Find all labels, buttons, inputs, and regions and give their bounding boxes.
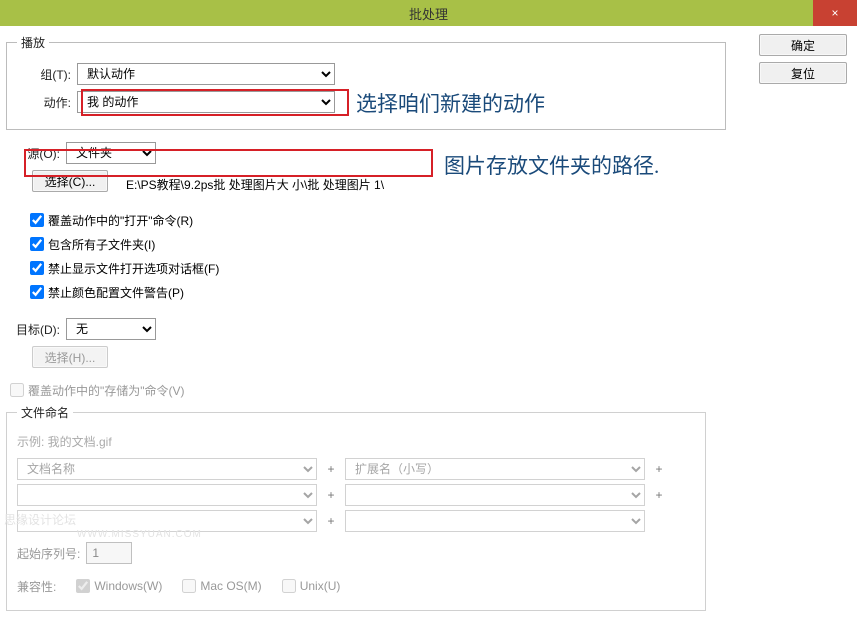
set-label: 组(T): [17,66,77,83]
window-title: 批处理 [409,4,448,23]
choose-dest-button[interactable]: 选择(H)... [32,346,108,368]
close-button[interactable]: × [813,0,857,26]
filename-example: 示例: 我的文档.gif [17,433,695,450]
compat-label: 兼容性: [17,578,56,595]
fn-field-5 [17,510,317,532]
dialog-body: 播放 组(T): 默认动作 动作: 我 的动作 源(O): 文件夹 [0,26,857,621]
left-column: 播放 组(T): 默认动作 动作: 我 的动作 源(O): 文件夹 [6,34,751,621]
chk-unix [282,579,296,593]
filename-group: 文件命名 示例: 我的文档.gif 文档名称 + 扩展名（小写） + + + + [6,404,706,611]
choose-source-button[interactable]: 选择(C)... [32,170,108,192]
chk-windows [76,579,90,593]
chk-include-sub-label: 包含所有子文件夹(I) [48,236,155,253]
action-select[interactable]: 我 的动作 [77,91,335,113]
fn-field-4 [345,484,645,506]
chk-suppress-open-label: 禁止显示文件打开选项对话框(F) [48,260,219,277]
play-legend: 播放 [17,34,49,51]
source-path: E:\PS教程\9.2ps批 处理图片大 小\批 处理图片 1\ [108,176,384,193]
source-label: 源(O): [6,145,66,162]
reset-button[interactable]: 复位 [759,62,847,84]
chk-suppress-color[interactable] [30,285,44,299]
fn-field-2: 扩展名（小写） [345,458,645,480]
chk-override-open-label: 覆盖动作中的"打开"命令(R) [48,212,193,229]
plus-icon: + [323,488,339,502]
source-section: 源(O): 文件夹 选择(C)... E:\PS教程\9.2ps批 处理图片大 … [6,142,751,302]
chk-suppress-open[interactable] [30,261,44,275]
fn-field-3 [17,484,317,506]
titlebar: 批处理 × [0,0,857,26]
play-group: 播放 组(T): 默认动作 动作: 我 的动作 [6,34,726,130]
chk-override-open[interactable] [30,213,44,227]
seq-label: 起始序列号: [17,545,80,562]
plus-icon: + [323,514,339,528]
chk-override-save [10,383,24,397]
plus-icon: + [651,462,667,476]
set-select[interactable]: 默认动作 [77,63,335,85]
dest-select[interactable]: 无 [66,318,156,340]
chk-override-save-label: 覆盖动作中的"存储为"命令(V) [28,382,185,399]
source-select[interactable]: 文件夹 [66,142,156,164]
fn-field-6 [345,510,645,532]
chk-suppress-color-label: 禁止颜色配置文件警告(P) [48,284,184,301]
filename-legend: 文件命名 [17,404,73,421]
right-column: 确定 复位 [751,34,851,621]
close-icon: × [831,7,838,19]
dest-section: 目标(D): 无 选择(H)... 覆盖动作中的"存储为"命令(V) 文件命名 … [6,318,751,611]
plus-icon: + [651,488,667,502]
plus-icon: + [323,462,339,476]
chk-mac [182,579,196,593]
chk-include-sub[interactable] [30,237,44,251]
fn-field-1: 文档名称 [17,458,317,480]
action-label: 动作: [17,94,77,111]
seq-input [86,542,132,564]
dest-label: 目标(D): [6,321,66,338]
ok-button[interactable]: 确定 [759,34,847,56]
